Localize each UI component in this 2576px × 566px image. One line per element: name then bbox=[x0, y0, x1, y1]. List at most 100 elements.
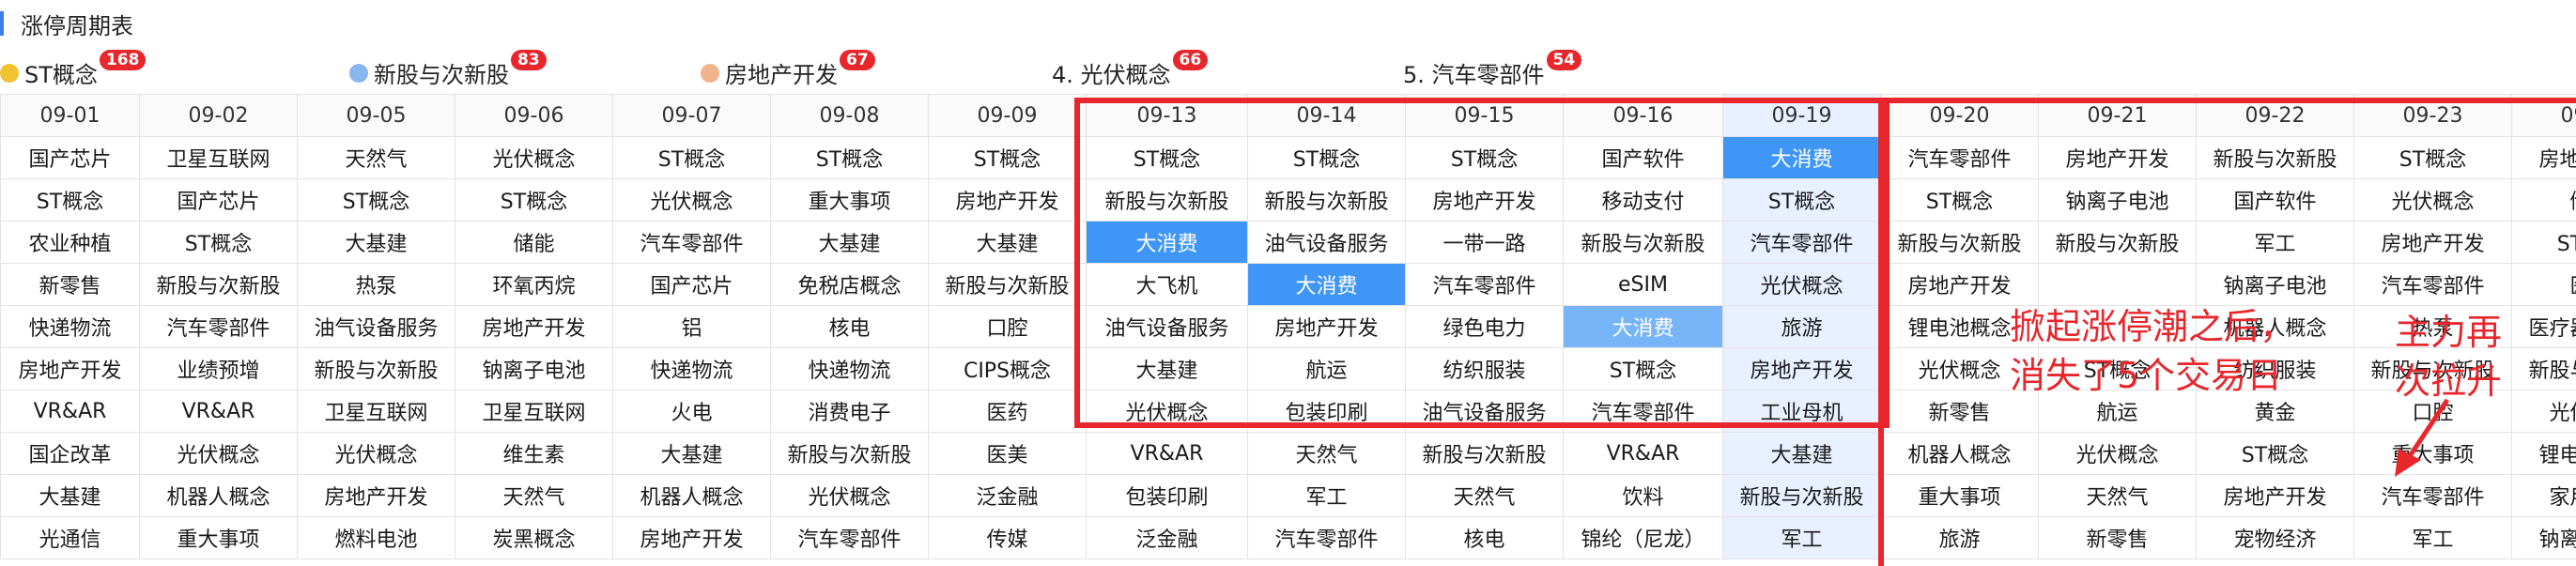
concept-cell[interactable]: 新股与次新股 bbox=[1086, 178, 1248, 222]
concept-cell[interactable]: 新股与次新股 bbox=[1247, 178, 1406, 222]
concept-cell[interactable]: 光伏概念 bbox=[2353, 178, 2512, 222]
concept-cell[interactable]: 军工 bbox=[2196, 221, 2354, 264]
concept-cell[interactable]: 房地产开发 bbox=[928, 178, 1087, 222]
column-header[interactable]: 09-22 bbox=[2196, 94, 2354, 137]
concept-cell[interactable]: 大基建 bbox=[770, 221, 929, 264]
concept-cell[interactable]: 锂电池概念 bbox=[1880, 305, 2039, 348]
legend-item[interactable]: 4. 光伏概念 66 bbox=[1052, 49, 1209, 89]
concept-cell[interactable]: 新股与次新股 bbox=[1563, 221, 1723, 264]
concept-cell[interactable]: 光伏概念 bbox=[2511, 390, 2576, 433]
concept-cell[interactable]: 汽车零部件 bbox=[1247, 516, 1406, 559]
concept-cell[interactable]: 天然气 bbox=[297, 136, 455, 179]
legend-item[interactable]: ST概念 168 bbox=[0, 49, 147, 89]
column-header[interactable]: 09-05 bbox=[297, 94, 455, 137]
concept-cell[interactable]: 移动支付 bbox=[1563, 178, 1723, 222]
concept-cell[interactable]: 免税店概念 bbox=[770, 263, 929, 306]
concept-cell[interactable]: 房地产开发 bbox=[0, 347, 140, 390]
concept-cell[interactable]: 新零售 bbox=[1880, 390, 2039, 433]
concept-cell[interactable]: ST概念 bbox=[612, 136, 771, 179]
concept-cell[interactable]: ST概念 bbox=[455, 178, 613, 222]
concept-cell[interactable]: 机器人概念 bbox=[2196, 305, 2354, 348]
concept-cell[interactable]: VR&AR bbox=[0, 390, 140, 433]
concept-cell[interactable]: ST概念 bbox=[770, 136, 929, 179]
concept-cell[interactable]: 房地产开发 bbox=[455, 305, 613, 348]
concept-cell[interactable]: 新股与次新股 bbox=[139, 263, 298, 306]
concept-cell[interactable]: 热泵 bbox=[297, 263, 455, 306]
concept-cell[interactable]: 快递物流 bbox=[0, 305, 140, 348]
concept-cell[interactable]: 大飞机 bbox=[1086, 263, 1248, 306]
concept-cell[interactable]: 大基建 bbox=[928, 221, 1087, 264]
concept-cell[interactable]: 重大事项 bbox=[2353, 432, 2512, 475]
concept-cell[interactable]: 快递物流 bbox=[770, 347, 929, 390]
concept-cell[interactable]: 储能 bbox=[455, 221, 613, 264]
concept-cell[interactable]: 钠离子电池 bbox=[2038, 178, 2197, 222]
concept-cell[interactable]: 大基建 bbox=[297, 221, 455, 264]
concept-cell[interactable]: 房地产开发 bbox=[2196, 474, 2354, 517]
concept-cell[interactable]: VR&AR bbox=[139, 390, 298, 433]
concept-cell[interactable]: 汽车零部件 bbox=[2353, 263, 2512, 306]
concept-cell[interactable]: 口腔 bbox=[2353, 390, 2512, 433]
concept-cell[interactable]: 军工 bbox=[2353, 516, 2512, 559]
concept-cell[interactable]: VR&AR bbox=[1086, 432, 1248, 475]
concept-cell[interactable]: 汽车零部件 bbox=[139, 305, 298, 348]
concept-cell[interactable]: 国企改革 bbox=[0, 432, 140, 475]
column-header[interactable]: 09-08 bbox=[770, 94, 929, 137]
column-header[interactable]: 09-01 bbox=[0, 94, 140, 137]
concept-cell[interactable]: 机器人概念 bbox=[139, 474, 298, 517]
concept-cell[interactable]: 大基建 bbox=[1086, 347, 1248, 390]
concept-cell[interactable]: 储能 bbox=[2511, 178, 2576, 222]
concept-cell[interactable]: 绿色电力 bbox=[1405, 305, 1564, 348]
concept-cell[interactable]: 重大事项 bbox=[770, 178, 929, 222]
concept-cell[interactable]: 新零售 bbox=[2038, 516, 2197, 559]
concept-cell[interactable]: 新股与次新股 bbox=[2353, 347, 2512, 390]
column-header[interactable]: 09-14 bbox=[1247, 94, 1406, 137]
concept-cell[interactable]: eSIM bbox=[1563, 263, 1723, 306]
concept-cell[interactable]: 锂电池概念 bbox=[2511, 432, 2576, 475]
column-header[interactable]: 09-15 bbox=[1405, 94, 1564, 137]
concept-cell[interactable]: 旅游 bbox=[1722, 305, 1881, 348]
legend-item[interactable]: 房地产开发 67 bbox=[701, 49, 875, 89]
concept-cell[interactable]: 传媒 bbox=[928, 516, 1087, 559]
concept-cell[interactable]: 医药 bbox=[928, 390, 1087, 433]
concept-cell[interactable]: 汽车零部件 bbox=[1722, 221, 1881, 264]
concept-cell[interactable]: 油气设备服务 bbox=[1405, 390, 1564, 433]
concept-cell[interactable]: 纺织服装 bbox=[2196, 347, 2354, 390]
concept-cell[interactable]: 光通信 bbox=[0, 516, 140, 559]
concept-cell[interactable]: 房地产开发 bbox=[612, 516, 771, 559]
concept-cell[interactable]: 饮料 bbox=[1563, 474, 1723, 517]
column-header[interactable]: 09-06 bbox=[455, 94, 613, 137]
concept-cell[interactable]: 新股与次新股 bbox=[297, 347, 455, 390]
concept-cell[interactable]: 光伏概念 bbox=[139, 432, 298, 475]
concept-cell[interactable]: 家用电器 bbox=[2511, 474, 2576, 517]
concept-cell[interactable]: 机器人概念 bbox=[1880, 432, 2039, 475]
concept-cell[interactable]: 铝 bbox=[612, 305, 771, 348]
concept-cell[interactable]: 光伏概念 bbox=[612, 178, 771, 222]
concept-cell[interactable]: 航运 bbox=[2038, 390, 2197, 433]
concept-cell[interactable]: 新零售 bbox=[0, 263, 140, 306]
concept-cell[interactable]: 火电 bbox=[612, 390, 771, 433]
concept-cell[interactable]: ST概念 bbox=[1722, 178, 1881, 222]
concept-cell[interactable]: 军工 bbox=[1247, 474, 1406, 517]
concept-cell[interactable]: ST概念 bbox=[1563, 347, 1723, 390]
concept-cell[interactable]: 天然气 bbox=[1405, 474, 1564, 517]
concept-cell[interactable]: 军工 bbox=[1722, 516, 1881, 559]
concept-cell[interactable]: 光伏概念 bbox=[770, 474, 929, 517]
concept-cell[interactable]: 光伏概念 bbox=[455, 136, 613, 179]
column-header[interactable]: 09-09 bbox=[928, 94, 1087, 137]
concept-cell[interactable]: 汽车零部件 bbox=[1880, 136, 2039, 179]
concept-cell[interactable]: 农业种植 bbox=[0, 221, 140, 264]
concept-cell[interactable]: 房地产开发 bbox=[1405, 178, 1564, 222]
concept-cell[interactable]: 汽车零部件 bbox=[612, 221, 771, 264]
concept-cell[interactable]: 业绩预增 bbox=[139, 347, 298, 390]
concept-cell[interactable]: 炭黑概念 bbox=[455, 516, 613, 559]
concept-cell[interactable]: 泛金融 bbox=[1086, 516, 1248, 559]
concept-cell[interactable]: 房地产开发 bbox=[297, 474, 455, 517]
concept-cell[interactable]: 钠离子电池 bbox=[2196, 263, 2354, 306]
concept-cell[interactable]: 新股与次新股 bbox=[1405, 432, 1564, 475]
concept-cell[interactable]: 新股与次新股 bbox=[2511, 347, 2576, 390]
concept-cell[interactable]: 天然气 bbox=[1247, 432, 1406, 475]
concept-cell[interactable]: ST概念 bbox=[297, 178, 455, 222]
concept-cell[interactable]: 油气设备服务 bbox=[1086, 305, 1248, 348]
column-header[interactable]: 09-20 bbox=[1880, 94, 2039, 137]
concept-cell[interactable]: ST概念 bbox=[1880, 178, 2039, 222]
